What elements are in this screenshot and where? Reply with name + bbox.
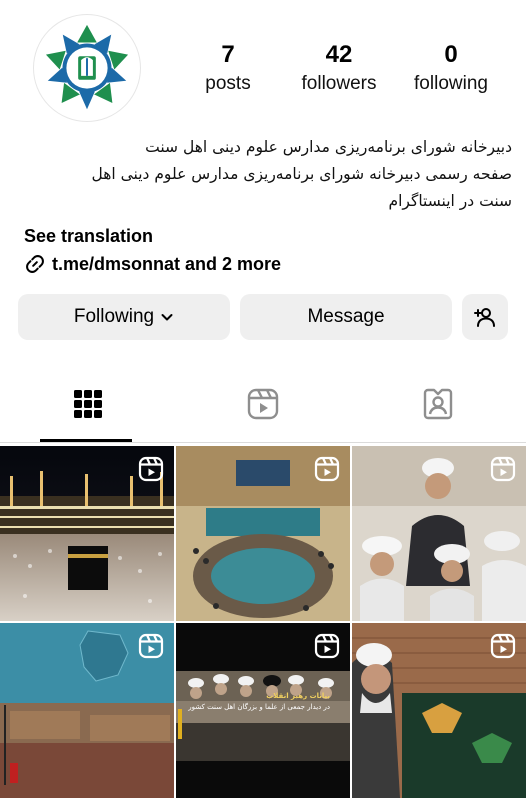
add-user-button[interactable] bbox=[462, 294, 508, 340]
posts-count-label: posts bbox=[205, 73, 251, 94]
following-button[interactable]: Following bbox=[18, 294, 230, 340]
see-translation-link[interactable]: See translation bbox=[24, 224, 153, 248]
reel-badge-icon bbox=[314, 456, 340, 482]
reel-badge-icon bbox=[490, 456, 516, 482]
bio-line-3: سنت در اینستاگرام bbox=[388, 192, 513, 210]
following-count-value: 0 bbox=[444, 41, 458, 68]
posts-grid: بیانات رهبر انقلاب در دیدار جمعی از علما… bbox=[0, 446, 526, 800]
post-tile-5[interactable]: بیانات رهبر انقلاب در دیدار جمعی از علما… bbox=[176, 623, 350, 798]
following-count-label: following bbox=[414, 73, 488, 94]
reels-icon bbox=[247, 388, 278, 420]
post-tile-1[interactable] bbox=[0, 446, 174, 621]
seal-logo-icon bbox=[34, 15, 140, 121]
message-button-label: Message bbox=[307, 306, 385, 327]
add-user-icon bbox=[474, 308, 495, 327]
post-caption-line-1: بیانات رهبر انقلاب bbox=[266, 692, 330, 700]
grid-icon bbox=[73, 390, 102, 418]
posts-count-value: 7 bbox=[221, 41, 235, 68]
profile-tabs bbox=[0, 366, 526, 444]
posts-count: 7 posts bbox=[192, 40, 264, 98]
tagged-icon bbox=[423, 388, 452, 420]
chevron-down-icon bbox=[161, 314, 173, 321]
bio-line-1: دبیرخانه شورای برنامه‌ریزی مدارس علوم دی… bbox=[145, 138, 512, 156]
post-tile-2[interactable] bbox=[176, 446, 350, 621]
post-caption-line-2: در دیدار جمعی از علما و بزرگان اهل سنت ک… bbox=[188, 703, 330, 711]
tab-tagged[interactable] bbox=[350, 366, 525, 442]
link-icon bbox=[26, 255, 44, 273]
post-caption-overlay: بیانات رهبر انقلاب در دیدار جمعی از علما… bbox=[180, 691, 330, 713]
reel-badge-icon bbox=[138, 456, 164, 482]
following-button-label: Following bbox=[73, 306, 155, 327]
bio-line-2: صفحه رسمی دبیرخانه شورای برنامه‌ریزی مدا… bbox=[91, 165, 512, 183]
profile-header: 7 posts 42 followers 0 following bbox=[0, 0, 526, 130]
followers-count-value: 42 bbox=[325, 41, 353, 68]
profile-avatar[interactable] bbox=[33, 14, 141, 122]
reel-badge-icon bbox=[314, 633, 340, 659]
tab-posts-grid[interactable] bbox=[0, 366, 175, 442]
post-tile-3[interactable] bbox=[352, 446, 526, 621]
followers-count[interactable]: 42 followers bbox=[291, 40, 387, 98]
followers-count-label: followers bbox=[301, 73, 377, 94]
profile-bio: دبیرخانه شورای برنامه‌ریزی مدارس علوم دی… bbox=[20, 134, 512, 215]
tabs-divider bbox=[0, 442, 526, 443]
message-button[interactable]: Message bbox=[240, 294, 452, 340]
post-tile-4[interactable] bbox=[0, 623, 174, 798]
following-count[interactable]: 0 following bbox=[405, 40, 497, 98]
tab-reels[interactable] bbox=[175, 366, 350, 442]
profile-link-text[interactable]: t.me/dmsonnat and 2 more bbox=[52, 254, 281, 275]
reel-badge-icon bbox=[138, 633, 164, 659]
profile-links[interactable]: t.me/dmsonnat and 2 more bbox=[24, 252, 281, 276]
post-tile-6[interactable] bbox=[352, 623, 526, 798]
reel-badge-icon bbox=[490, 633, 516, 659]
